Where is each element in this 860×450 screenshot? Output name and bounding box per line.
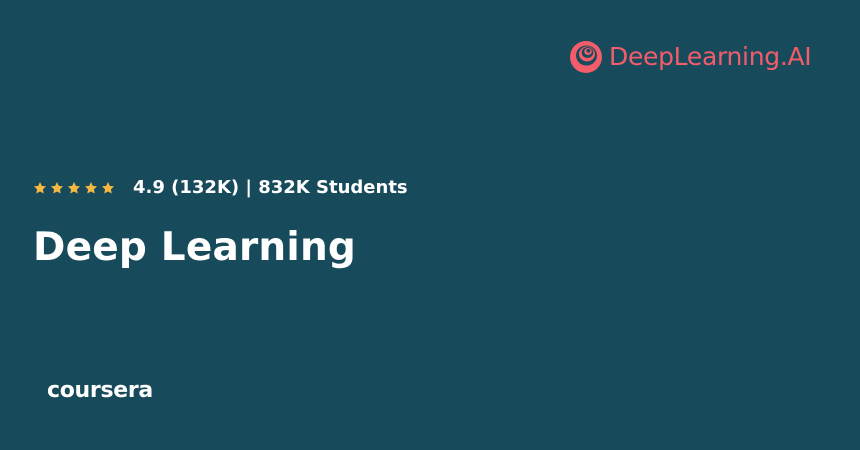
course-title: Deep Learning — [33, 225, 357, 270]
course-rating: 4.9 (132K) | 832K Students — [33, 174, 408, 202]
star-icon — [33, 182, 47, 194]
brand-name: DeepLearning.AI — [609, 42, 812, 71]
star-icon — [84, 182, 98, 194]
deeplearning-ai-logo: DeepLearning.AI — [569, 38, 812, 76]
star-icon — [101, 182, 115, 194]
course-banner: DeepLearning.AI 4.9 (132K) | 832K Studen… — [0, 0, 860, 450]
star-icon — [67, 182, 81, 194]
coursera-logo: coursera — [47, 378, 153, 403]
deeplearning-ai-logo-icon — [570, 41, 602, 73]
rating-summary: 4.9 (132K) | 832K Students — [133, 177, 408, 198]
star-rating — [33, 181, 115, 195]
star-icon — [50, 182, 64, 194]
